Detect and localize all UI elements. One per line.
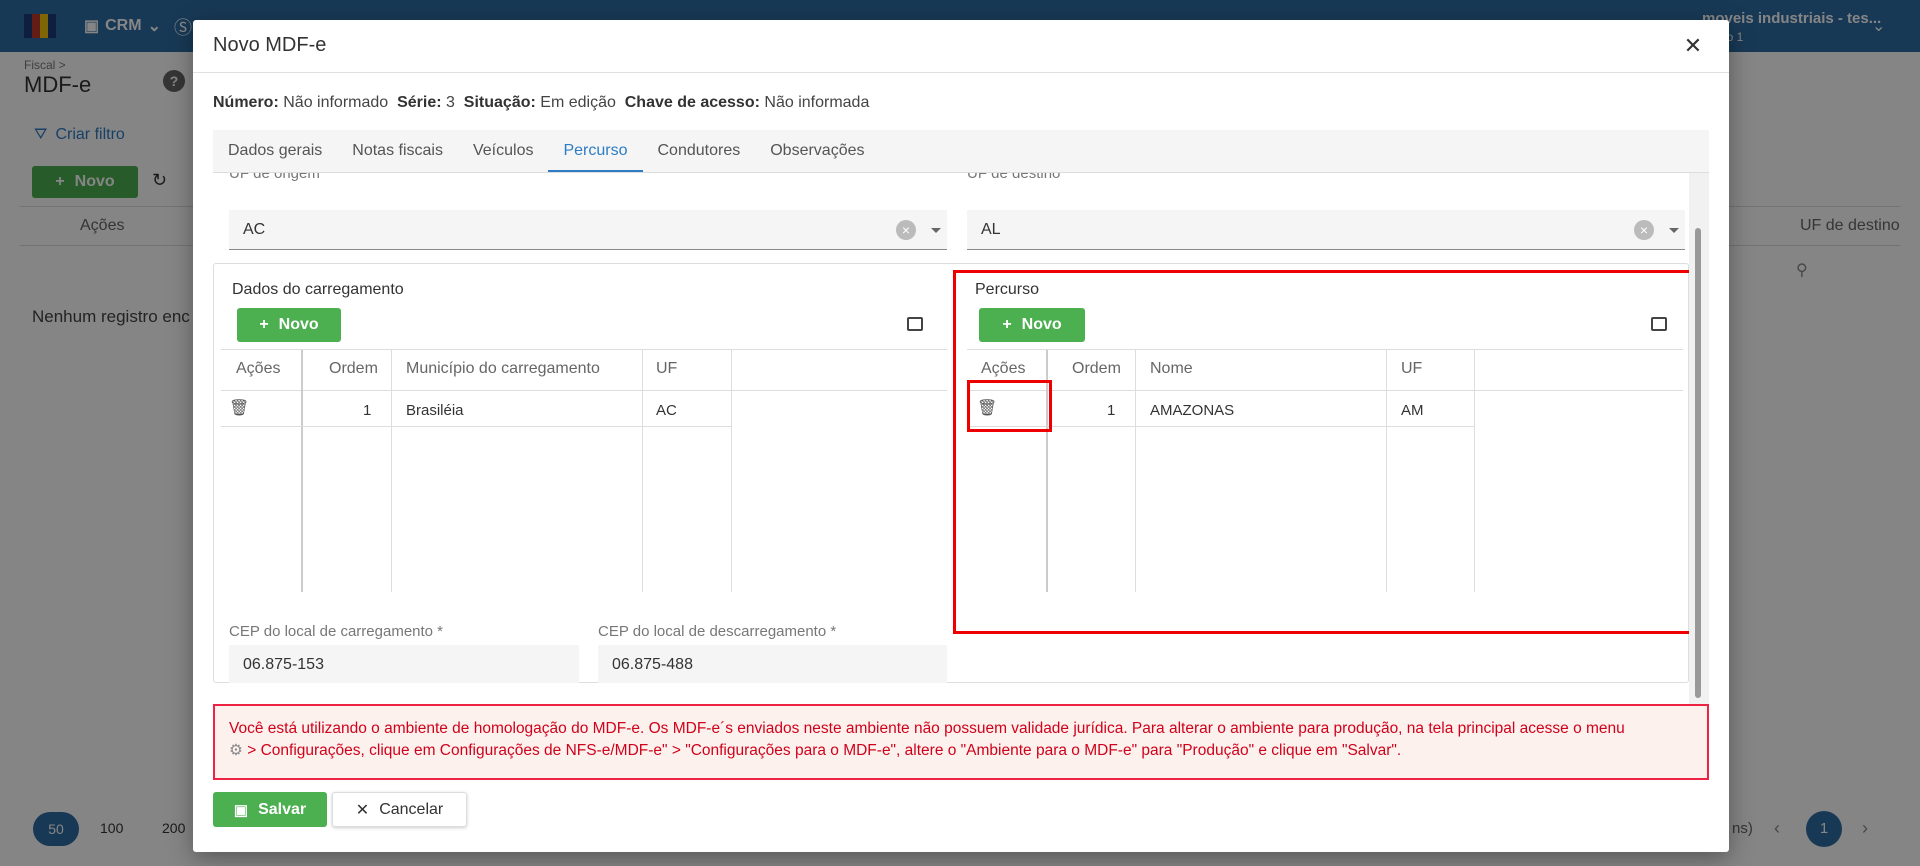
cep-carregamento-value: 06.875-153	[243, 656, 324, 673]
carregamento-divider	[642, 350, 643, 592]
uf-origem-value: AC	[243, 221, 266, 238]
uf-destino-value: AL	[981, 221, 1001, 238]
tab-percurso[interactable]: Percurso	[548, 130, 643, 172]
percurso-tab-content: UF de origem AC × UF de destino AL × Dad…	[213, 173, 1689, 683]
carregamento-row-uf: AC	[656, 402, 677, 419]
cep-descarregamento-input[interactable]: 06.875-488	[598, 645, 947, 683]
plus-icon: +	[259, 316, 269, 333]
homologation-warning: Você está utilizando o ambiente de homol…	[213, 704, 1709, 780]
warning-line-1: Você está utilizando o ambiente de homol…	[229, 720, 1625, 737]
serie-label: Série:	[397, 94, 442, 111]
cancel-icon: ✕	[355, 801, 370, 819]
numero-label: Número:	[213, 94, 279, 111]
carregamento-new-label: Novo	[278, 316, 319, 333]
tab-dados-gerais[interactable]: Dados gerais	[213, 130, 337, 172]
tab-observacoes[interactable]: Observações	[755, 130, 879, 172]
cancel-label: Cancelar	[379, 800, 444, 818]
carregamento-col-acoes[interactable]: Ações	[236, 360, 280, 378]
uf-origem-label: UF de origem	[229, 173, 320, 182]
numero-value: Não informado	[283, 94, 389, 111]
uf-origem-dropdown-icon[interactable]	[931, 228, 941, 233]
cep-carregamento-input[interactable]: 06.875-153	[229, 645, 579, 683]
uf-destino-label: UF de destino	[967, 173, 1061, 182]
scrollbar-thumb[interactable]	[1695, 228, 1701, 698]
serie-value: 3	[446, 94, 455, 111]
tab-notas-fiscais[interactable]: Notas fiscais	[337, 130, 458, 172]
save-button[interactable]: ▣ Salvar	[213, 792, 327, 827]
situacao-label: Situação:	[463, 94, 536, 111]
warning-line-2: > Configurações, clique em Configurações…	[247, 742, 1402, 759]
chave-label: Chave de acesso:	[624, 94, 760, 111]
carregamento-columns-icon[interactable]	[907, 317, 923, 331]
gear-icon: ⚙	[229, 742, 243, 759]
carregamento-new-button[interactable]: + Novo	[237, 308, 341, 342]
situacao-value: Em edição	[540, 94, 616, 111]
header-divider	[193, 72, 1729, 73]
uf-destino-select[interactable]: AL ×	[967, 210, 1685, 250]
save-label: Salvar	[258, 800, 307, 818]
carregamento-col-ordem[interactable]: Ordem	[329, 360, 378, 378]
uf-destino-clear-icon[interactable]: ×	[1634, 220, 1654, 240]
warning-line-2-wrap: ⚙ > Configurações, clique em Configuraçõ…	[229, 740, 1693, 762]
percurso-highlight-box	[953, 270, 1689, 634]
tab-condutores[interactable]: Condutores	[643, 130, 756, 172]
cep-descarregamento-value: 06.875-488	[612, 656, 693, 673]
carregamento-divider	[301, 350, 303, 592]
uf-origem-clear-icon[interactable]: ×	[896, 220, 916, 240]
carregamento-divider	[391, 350, 392, 592]
cancel-button[interactable]: ✕ Cancelar	[332, 792, 467, 827]
new-mdfe-modal: Novo MDF-e ✕ Número: Não informado Série…	[193, 20, 1729, 852]
tab-bar: Dados gerais Notas fiscais Veículos Perc…	[213, 130, 1709, 173]
carregamento-col-municipio[interactable]: Município do carregamento	[406, 360, 600, 378]
carregamento-col-uf[interactable]: UF	[656, 360, 677, 378]
cep-carregamento-label: CEP do local de carregamento *	[229, 623, 444, 640]
carregamento-grid-top	[221, 349, 947, 350]
modal-title: Novo MDF-e	[213, 34, 327, 56]
content-scrollbar[interactable]	[1689, 173, 1709, 709]
carregamento-table-row[interactable]	[221, 391, 731, 427]
close-icon[interactable]: ✕	[1679, 32, 1707, 60]
delete-action-highlight-box	[967, 380, 1052, 432]
carregamento-title: Dados do carregamento	[232, 281, 404, 298]
chave-value: Não informada	[764, 94, 870, 111]
uf-origem-select[interactable]: AC ×	[229, 210, 947, 250]
cep-descarregamento-label: CEP do local de descarregamento *	[598, 623, 837, 640]
carregamento-row-ordem: 1	[363, 402, 372, 419]
tab-veiculos[interactable]: Veículos	[458, 130, 548, 172]
carregamento-delete-icon[interactable]: 🗑	[229, 398, 249, 418]
carregamento-row-municipio: Brasiléia	[406, 402, 464, 419]
save-icon: ▣	[233, 801, 249, 819]
uf-destino-dropdown-icon[interactable]	[1669, 228, 1679, 233]
document-info: Número: Não informado Série: 3 Situação:…	[213, 94, 869, 112]
carregamento-divider	[731, 350, 732, 592]
